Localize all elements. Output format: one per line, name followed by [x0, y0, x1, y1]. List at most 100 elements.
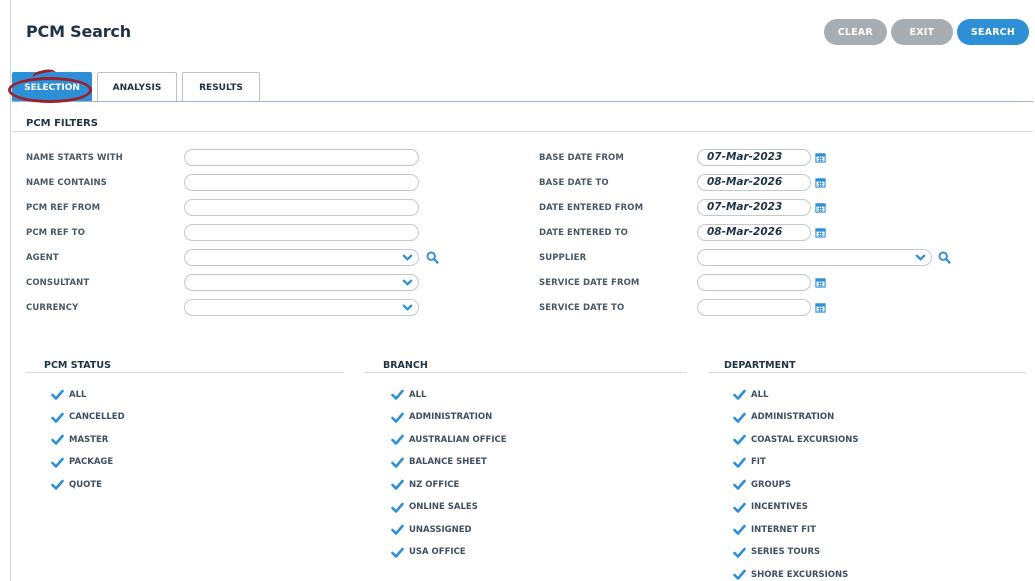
supplier-search-icon[interactable] [938, 251, 951, 264]
consultant-label: CONSULTANT [26, 278, 90, 288]
service-date-from-input[interactable] [697, 274, 811, 291]
supplier-select[interactable] [697, 249, 932, 266]
checkbox-label: ALL [69, 389, 87, 400]
branch-checkbox[interactable]: AUSTRALIAN OFFICE [391, 434, 507, 445]
name-contains-input[interactable] [184, 174, 419, 191]
checkmark-icon [733, 569, 746, 580]
branch-checkbox[interactable]: USA OFFICE [391, 547, 466, 558]
branch-checkbox[interactable]: BALANCE SHEET [391, 457, 487, 468]
pcm-status-title: PCM STATUS [44, 360, 111, 371]
base-date-from-label: BASE DATE FROM [539, 153, 624, 163]
calendar-icon[interactable] [815, 177, 826, 188]
checkmark-icon [391, 412, 404, 423]
base-date-to-label: BASE DATE TO [539, 178, 609, 188]
department-checkbox[interactable]: SHORE EXCURSIONS [733, 569, 848, 580]
checkbox-label: NZ OFFICE [409, 479, 460, 490]
checkmark-icon [391, 502, 404, 513]
clear-button[interactable]: CLEAR [823, 19, 887, 45]
department-title: DEPARTMENT [724, 360, 796, 371]
pcm-status-checkbox[interactable]: QUOTE [51, 479, 102, 490]
checkmark-icon [51, 479, 64, 490]
department-checkbox[interactable]: ADMINISTRATION [733, 412, 834, 423]
checkbox-label: CANCELLED [69, 412, 125, 422]
currency-select[interactable] [184, 299, 419, 316]
toolbar: CLEAR EXIT SEARCH [823, 19, 1029, 45]
checkbox-label: ADMINISTRATION [409, 412, 493, 422]
department-checkbox[interactable]: INTERNET FIT [733, 524, 816, 535]
checkmark-icon [51, 457, 64, 468]
date-entered-to-label: DATE ENTERED TO [539, 228, 628, 238]
chevron-down-icon [915, 254, 926, 261]
service-date-to-input[interactable] [697, 299, 811, 316]
department-checkbox[interactable]: SERIES TOURS [733, 547, 820, 558]
checkbox-label: UNASSIGNED [409, 524, 472, 535]
pcm-status-checkbox[interactable]: PACKAGE [51, 457, 113, 468]
calendar-icon[interactable] [815, 152, 826, 163]
branch-checkbox[interactable]: NZ OFFICE [391, 479, 459, 490]
department-checkbox[interactable]: COASTAL EXCURSIONS [733, 434, 859, 445]
checkmark-icon [733, 524, 746, 535]
base-date-from-input[interactable]: 07-Mar-2023 [697, 149, 811, 166]
calendar-icon[interactable] [815, 302, 826, 313]
calendar-icon[interactable] [815, 227, 826, 238]
agent-search-icon[interactable] [426, 251, 439, 264]
filters-title: PCM FILTERS [26, 118, 98, 129]
department-divider [708, 372, 1026, 373]
date-entered-from-input[interactable]: 07-Mar-2023 [697, 199, 811, 216]
pcm-status-checkbox[interactable]: CANCELLED [51, 412, 125, 423]
pcm-status-checkbox[interactable]: MASTER [51, 434, 108, 445]
checkbox-label: QUOTE [69, 479, 102, 490]
exit-button[interactable]: EXIT [890, 19, 953, 45]
chevron-down-icon [402, 279, 413, 286]
name-starts-with-input[interactable] [184, 149, 419, 166]
pcm-ref-to-label: PCM REF TO [26, 228, 86, 238]
base-date-to-input[interactable]: 08-Mar-2026 [697, 174, 811, 191]
checkbox-label: SHORE EXCURSIONS [751, 569, 849, 580]
checkbox-label: USA OFFICE [409, 547, 466, 557]
currency-label: CURRENCY [26, 303, 79, 313]
branch-checkbox[interactable]: ALL [391, 389, 426, 400]
tab-results[interactable]: RESULTS [182, 72, 260, 102]
checkmark-icon [733, 389, 746, 400]
checkmark-icon [733, 502, 746, 513]
checkmark-icon [391, 457, 404, 468]
agent-select[interactable] [184, 249, 419, 266]
chevron-down-icon [402, 304, 413, 311]
department-checkbox[interactable]: INCENTIVES [733, 502, 808, 513]
branch-divider [365, 372, 687, 373]
calendar-icon[interactable] [815, 202, 826, 213]
checkbox-label: AUSTRALIAN OFFICE [409, 434, 507, 445]
checkmark-icon [733, 434, 746, 445]
branch-checkbox[interactable]: ADMINISTRATION [391, 412, 492, 423]
service-date-from-label: SERVICE DATE FROM [539, 278, 640, 288]
checkbox-label: ADMINISTRATION [751, 412, 835, 422]
calendar-icon[interactable] [815, 277, 826, 288]
chevron-down-icon [402, 254, 413, 261]
tab-analysis[interactable]: ANALYSIS [97, 72, 177, 102]
pcm-ref-to-input[interactable] [184, 224, 419, 241]
pcm-status-divider [26, 372, 344, 373]
tab-underline [12, 101, 1033, 102]
name-starts-with-label: NAME STARTS WITH [26, 153, 123, 163]
pcm-ref-from-input[interactable] [184, 199, 419, 216]
department-checkbox[interactable]: GROUPS [733, 479, 791, 490]
checkbox-label: BALANCE SHEET [409, 457, 487, 467]
branch-checkbox[interactable]: ONLINE SALES [391, 502, 478, 513]
search-button[interactable]: SEARCH [956, 19, 1029, 45]
date-entered-to-input[interactable]: 08-Mar-2026 [697, 224, 811, 241]
checkbox-label: PACKAGE [69, 457, 114, 467]
branch-checkbox[interactable]: UNASSIGNED [391, 524, 472, 535]
checkmark-icon [391, 434, 404, 445]
pcm-status-checkbox[interactable]: ALL [51, 389, 86, 400]
branch-title: BRANCH [383, 360, 428, 371]
consultant-select[interactable] [184, 274, 419, 291]
department-checkbox[interactable]: ALL [733, 389, 768, 400]
filters-divider [12, 131, 1033, 132]
checkbox-label: INTERNET FIT [751, 524, 816, 535]
checkbox-label: INCENTIVES [751, 502, 808, 512]
checkbox-label: FIT [751, 457, 766, 467]
pcm-ref-from-label: PCM REF FROM [26, 203, 101, 213]
checkbox-label: ONLINE SALES [409, 502, 478, 512]
department-checkbox[interactable]: FIT [733, 457, 766, 468]
checkbox-label: GROUPS [751, 479, 792, 490]
